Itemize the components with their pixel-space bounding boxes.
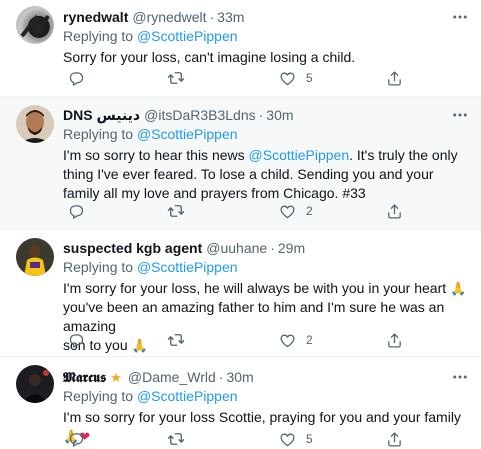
like-icon: [279, 332, 296, 349]
reply-icon: [68, 332, 85, 349]
reply-icon: [68, 70, 85, 87]
avatar[interactable]: [16, 238, 54, 276]
retweet-button[interactable]: [167, 202, 185, 220]
user-handle[interactable]: @itsDaR3B3Ldns: [144, 107, 256, 123]
replying-to-link[interactable]: @ScottiePippen: [137, 388, 238, 404]
display-name[interactable]: rynedwalt: [63, 9, 128, 25]
more-icon[interactable]: [451, 9, 469, 25]
avatar[interactable]: [16, 365, 54, 403]
display-name[interactable]: 𝕸𝖆𝖗𝖈𝖚𝖘: [63, 369, 106, 386]
separator-dot: ·: [218, 369, 224, 385]
like-button[interactable]: 2: [279, 331, 313, 349]
reply-tweet[interactable]: DNS دينيس @itsDaR3B3Ldns · 30m Replying …: [0, 97, 481, 230]
retweet-icon: [167, 430, 185, 448]
retweet-button[interactable]: [167, 430, 185, 448]
timestamp[interactable]: 30m: [226, 369, 253, 385]
replying-to-link[interactable]: @ScottiePippen: [137, 259, 238, 275]
share-icon: [386, 70, 403, 87]
reply-button[interactable]: [68, 202, 85, 220]
reply-icon: [68, 203, 85, 220]
timestamp[interactable]: 33m: [217, 9, 244, 25]
retweet-button[interactable]: [167, 331, 185, 349]
share-icon: [386, 203, 403, 220]
tweet-text: I'm so sorry to hear this news @ScottieP…: [63, 147, 458, 201]
like-button[interactable]: 5: [279, 69, 313, 87]
user-handle[interactable]: @uuhane: [206, 240, 267, 256]
like-count: 2: [306, 204, 313, 218]
like-icon: [279, 431, 296, 448]
reply-button[interactable]: [68, 69, 85, 87]
share-icon: [386, 431, 403, 448]
reply-button[interactable]: [68, 430, 85, 448]
replying-to: Replying to @ScottiePippen: [63, 28, 238, 44]
retweet-button[interactable]: [167, 69, 185, 87]
timestamp[interactable]: 30m: [266, 107, 293, 123]
separator-dot: ·: [209, 9, 215, 25]
more-icon[interactable]: [451, 107, 469, 123]
share-icon: [386, 332, 403, 349]
avatar[interactable]: [16, 105, 54, 143]
separator-dot: ·: [270, 240, 275, 256]
replying-to-link[interactable]: @ScottiePippen: [137, 126, 238, 142]
share-button[interactable]: [386, 69, 403, 87]
reply-tweet[interactable]: 𝕸𝖆𝖗𝖈𝖚𝖘 ★ @Dame_Wrld · 30m Replying to @S…: [0, 357, 481, 449]
share-button[interactable]: [386, 202, 403, 220]
like-button[interactable]: 2: [279, 202, 313, 220]
like-icon: [279, 70, 296, 87]
retweet-icon: [167, 69, 185, 87]
reply-button[interactable]: [68, 331, 85, 349]
retweet-icon: [167, 202, 185, 220]
replying-to-link[interactable]: @ScottiePippen: [137, 28, 238, 44]
star-emoji: ★: [110, 369, 122, 385]
share-button[interactable]: [386, 331, 403, 349]
retweet-icon: [167, 331, 185, 349]
praying-hands-emoji: 🙏: [450, 281, 467, 296]
display-name[interactable]: DNS دينيس: [63, 107, 140, 124]
like-count: 2: [306, 333, 313, 347]
more-icon[interactable]: [451, 369, 469, 385]
separator-dot: ·: [258, 107, 264, 123]
mention-link[interactable]: @ScottiePippen: [249, 147, 350, 163]
share-button[interactable]: [386, 430, 403, 448]
replying-to: Replying to @ScottiePippen: [63, 259, 238, 275]
tweet-text: Sorry for your loss, can't imagine losin…: [63, 49, 356, 65]
replying-to: Replying to @ScottiePippen: [63, 388, 238, 404]
reply-icon: [68, 431, 85, 448]
like-count: 5: [306, 71, 313, 85]
user-handle[interactable]: @rynedwelt: [132, 9, 206, 25]
reply-tweet[interactable]: suspected kgb agent @uuhane · 29m Replyi…: [0, 230, 481, 357]
like-button[interactable]: 5: [279, 430, 313, 448]
user-handle[interactable]: @Dame_Wrld: [128, 369, 216, 385]
replying-to: Replying to @ScottiePippen: [63, 126, 238, 142]
reply-tweet[interactable]: rynedwalt @rynedwelt · 33m Replying to @…: [0, 0, 481, 97]
like-count: 5: [306, 432, 313, 446]
avatar[interactable]: [16, 6, 54, 44]
display-name[interactable]: suspected kgb agent: [63, 240, 202, 256]
like-icon: [279, 203, 296, 220]
timestamp[interactable]: 29m: [278, 240, 305, 256]
